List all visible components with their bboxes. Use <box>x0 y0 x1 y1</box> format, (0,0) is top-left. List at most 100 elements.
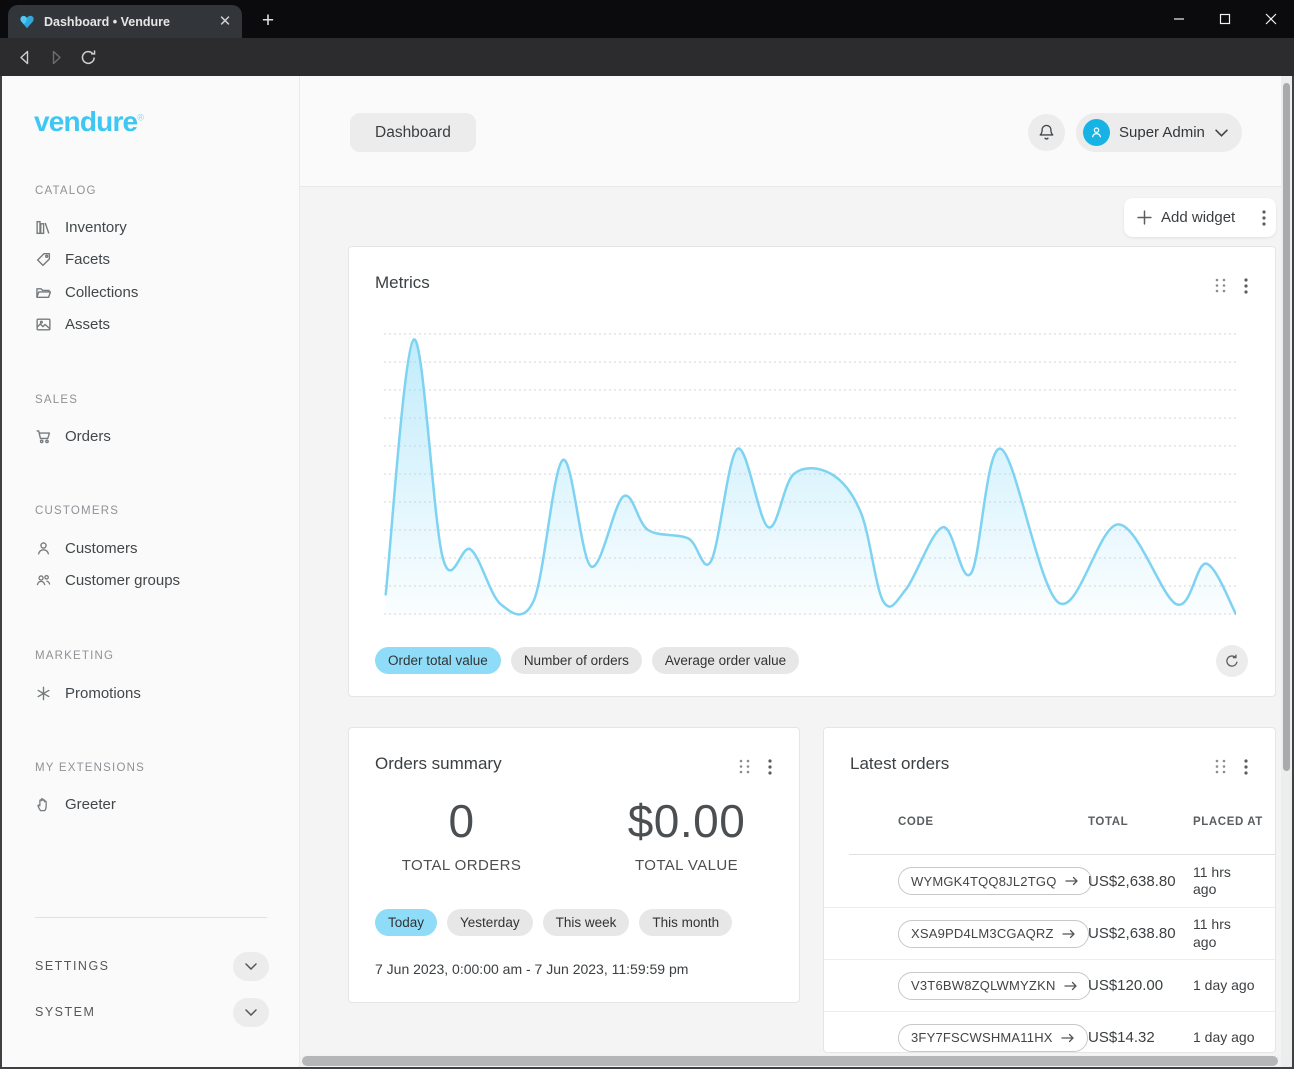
bell-icon <box>1037 123 1056 143</box>
column-header-total: TOTAL <box>1088 816 1193 828</box>
metrics-chart <box>384 331 1236 621</box>
arrow-right-icon <box>1064 981 1078 991</box>
chevron-down-icon <box>245 1009 257 1016</box>
sidebar-item-collections[interactable]: Collections <box>35 280 138 304</box>
arrow-right-icon <box>1062 929 1076 939</box>
total-value-label: TOTAL VALUE <box>574 857 799 874</box>
browser-tab[interactable]: Dashboard • Vendure ✕ <box>8 5 242 38</box>
arrow-right-icon <box>1061 1033 1075 1043</box>
order-placed-at: 1 day ago <box>1193 1029 1276 1047</box>
order-code-link[interactable]: WYMGK4TQQ8JL2TGQ <box>898 867 1092 895</box>
browser-window: Dashboard • Vendure ✕ + ! lo <box>0 0 1294 1069</box>
settings-expand-button[interactable] <box>233 952 269 981</box>
column-header-placed-at: PLACED AT <box>1193 816 1276 828</box>
drag-handle-icon[interactable] <box>1214 758 1227 775</box>
window-controls <box>1156 0 1294 38</box>
metrics-title: Metrics <box>375 273 430 293</box>
sidebar-item-assets[interactable]: Assets <box>35 312 110 336</box>
image-icon <box>35 316 52 333</box>
metric-pill-order-total-value[interactable]: Order total value <box>375 647 501 674</box>
sidebar-section-marketing: MARKETING <box>35 650 114 662</box>
latest-orders-title: Latest orders <box>850 754 949 774</box>
table-header-row: CODE TOTAL PLACED AT <box>824 816 1275 854</box>
user-name: Super Admin <box>1119 124 1206 141</box>
add-widget-button[interactable]: Add widget <box>1124 198 1276 237</box>
metrics-widget: Metrics Order total value Number of orde… <box>348 246 1276 697</box>
tab-close-icon[interactable]: ✕ <box>216 13 234 31</box>
sidebar-section-sales: SALES <box>35 394 78 406</box>
sidebar-item-promotions[interactable]: Promotions <box>35 681 141 705</box>
browser-toolbar: ! localhost:3000/admin/ <box>0 38 1294 76</box>
notifications-button[interactable] <box>1028 114 1065 151</box>
window-close-icon[interactable] <box>1248 0 1294 38</box>
table-row: WYMGK4TQQ8JL2TGQ US$2,638.80 11 hrs ago <box>824 855 1275 907</box>
sidebar-item-facets[interactable]: Facets <box>35 247 110 271</box>
total-value-value: $0.00 <box>574 794 799 848</box>
window-frame-left <box>0 76 2 1069</box>
sidebar-item-customer-groups[interactable]: Customer groups <box>35 568 180 592</box>
chevron-down-icon <box>1215 129 1228 137</box>
sidebar-section-system[interactable]: SYSTEM <box>35 994 269 1030</box>
kebab-menu-icon[interactable] <box>1244 278 1248 294</box>
window-maximize-icon[interactable] <box>1202 0 1248 38</box>
order-total: US$14.32 <box>1088 1029 1193 1046</box>
inventory-icon <box>35 219 52 236</box>
range-pill-today[interactable]: Today <box>375 909 437 936</box>
breadcrumb[interactable]: Dashboard <box>350 113 476 152</box>
sidebar-section-customers: CUSTOMERS <box>35 505 119 517</box>
user-menu[interactable]: Super Admin <box>1076 113 1242 152</box>
sidebar-item-customers[interactable]: Customers <box>35 536 138 560</box>
metric-pill-average-order-value[interactable]: Average order value <box>652 647 799 674</box>
vendure-favicon-icon <box>19 14 35 30</box>
kebab-menu-icon[interactable] <box>1244 759 1248 775</box>
order-code-link[interactable]: 3FY7FSCWSHMA11HX <box>898 1024 1088 1052</box>
kebab-menu-icon[interactable] <box>1262 210 1266 226</box>
order-code-link[interactable]: V3T6BW8ZQLWMYZKN <box>898 972 1091 1000</box>
total-orders-value: 0 <box>349 794 574 848</box>
metric-pill-number-of-orders[interactable]: Number of orders <box>511 647 642 674</box>
sidebar: vendure® CATALOG Inventory Facets Collec… <box>2 76 300 1069</box>
folder-icon <box>35 284 52 301</box>
range-selector: Today Yesterday This week This month <box>375 909 732 936</box>
user-icon <box>35 540 52 557</box>
drag-handle-icon[interactable] <box>738 758 751 775</box>
order-code-link[interactable]: XSA9PD4LM3CGAQRZ <box>898 920 1089 948</box>
vertical-scrollbar-thumb[interactable] <box>1283 83 1290 771</box>
range-pill-yesterday[interactable]: Yesterday <box>447 909 533 936</box>
reload-icon[interactable] <box>76 45 100 69</box>
sidebar-section-settings[interactable]: SETTINGS <box>35 948 269 984</box>
order-placed-at: 11 hrs ago <box>1193 916 1276 951</box>
hand-icon <box>35 796 52 813</box>
drag-handle-icon[interactable] <box>1214 277 1227 294</box>
range-pill-this-month[interactable]: This month <box>639 909 732 936</box>
chevron-down-icon <box>245 963 257 970</box>
page-title: Dashboard <box>375 124 451 142</box>
kebab-menu-icon[interactable] <box>768 759 772 775</box>
person-icon <box>1089 125 1104 140</box>
latest-orders-widget: Latest orders CODE TOTAL PLACED AT WYMGK… <box>823 727 1276 1053</box>
refresh-button[interactable] <box>1216 645 1248 677</box>
forward-icon[interactable] <box>44 45 68 69</box>
date-range-text: 7 Jun 2023, 0:00:00 am - 7 Jun 2023, 11:… <box>375 961 688 977</box>
horizontal-scrollbar-thumb[interactable] <box>302 1056 1278 1066</box>
order-placed-at: 1 day ago <box>1193 977 1276 995</box>
total-orders-label: TOTAL ORDERS <box>349 857 574 874</box>
order-total: US$2,638.80 <box>1088 925 1193 942</box>
sidebar-section-my-extensions: MY EXTENSIONS <box>35 762 145 774</box>
system-expand-button[interactable] <box>233 998 269 1027</box>
back-icon[interactable] <box>12 45 36 69</box>
sidebar-divider <box>35 917 267 918</box>
new-tab-button[interactable]: + <box>256 10 280 34</box>
orders-summary-title: Orders summary <box>375 754 502 774</box>
asterisk-icon <box>35 685 52 702</box>
table-row: XSA9PD4LM3CGAQRZ US$2,638.80 11 hrs ago <box>824 907 1275 959</box>
sidebar-item-inventory[interactable]: Inventory <box>35 215 127 239</box>
range-pill-this-week[interactable]: This week <box>543 909 630 936</box>
arrow-right-icon <box>1065 876 1079 886</box>
order-placed-at: 11 hrs ago <box>1193 864 1276 899</box>
user-avatar <box>1083 119 1110 146</box>
window-minimize-icon[interactable] <box>1156 0 1202 38</box>
sidebar-item-greeter[interactable]: Greeter <box>35 792 116 816</box>
orders-summary-widget: Orders summary 0 TOTAL ORDERS $0.00 TOTA… <box>348 727 800 1003</box>
sidebar-item-orders[interactable]: Orders <box>35 424 111 448</box>
